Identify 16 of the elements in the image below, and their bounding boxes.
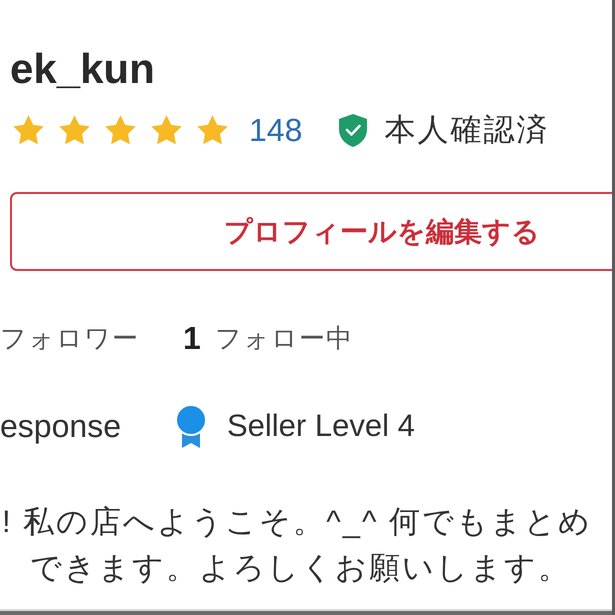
followers-label[interactable]: フォロワー xyxy=(0,318,139,358)
following-label[interactable]: フォロー中 xyxy=(214,318,353,358)
seller-level-label: Seller Level 4 xyxy=(226,407,415,445)
description-line: できます。よろしくお願いします。 xyxy=(29,549,572,587)
following-count[interactable]: 1 xyxy=(183,318,201,358)
star-icon xyxy=(12,114,45,146)
edit-profile-button[interactable]: プロフィールを編集する xyxy=(10,192,612,271)
verification-label: 本人確認済 xyxy=(384,112,550,148)
response-label: esponse xyxy=(0,407,121,446)
star-icon xyxy=(196,114,229,146)
star-icon xyxy=(104,114,137,146)
star-icon xyxy=(150,114,183,146)
rating-count[interactable]: 148 xyxy=(249,112,302,148)
star-icon xyxy=(58,114,91,146)
description-line: ! 私の店へようこそ。^_^ 何でもまとめ xyxy=(1,503,594,541)
username: ek_kun xyxy=(10,45,155,92)
